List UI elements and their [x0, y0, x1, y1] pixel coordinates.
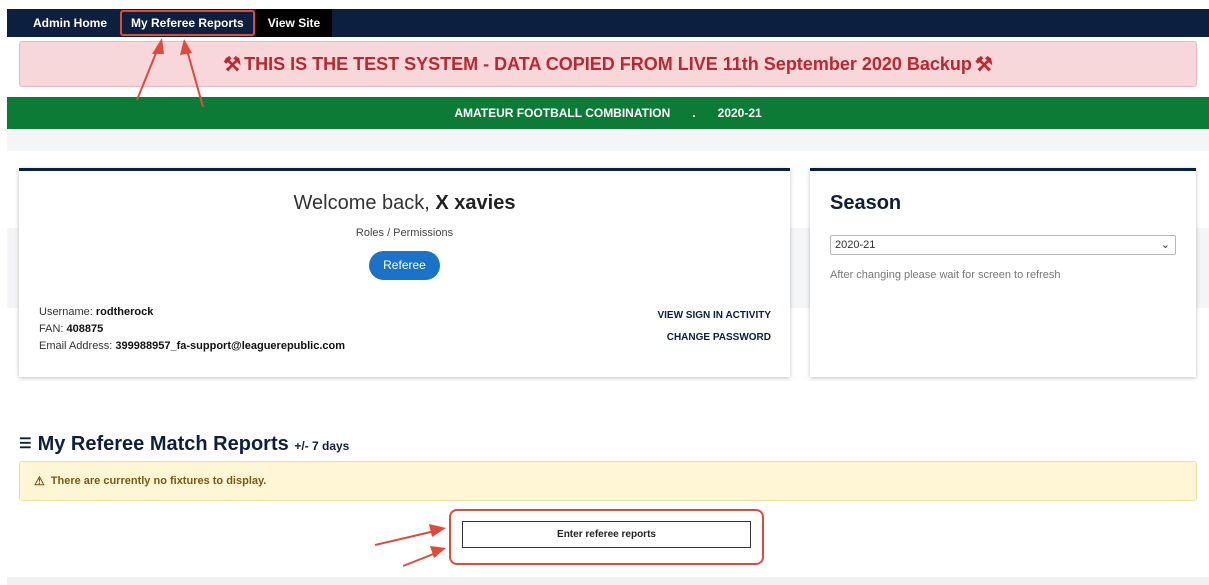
grey-band [7, 129, 1209, 151]
test-system-banner: ⚒ THIS IS THE TEST SYSTEM - DATA COPIED … [19, 41, 1197, 87]
alert-text: There are currently no fixtures to displ… [50, 475, 267, 487]
roles-label: Roles / Permissions [355, 227, 454, 239]
user-info: Username: rodtherock FAN: 408875 Email A… [39, 304, 345, 355]
username-value: rodtherock [95, 306, 154, 318]
no-fixtures-alert: ⚠ There are currently no fixtures to dis… [19, 461, 1197, 501]
list-icon: ☰ [19, 435, 32, 451]
nav-my-referee-reports[interactable]: My Referee Reports [119, 9, 256, 37]
chevron-down-icon: ⌄ [1160, 239, 1170, 251]
view-sign-in-activity-link[interactable]: VIEW SIGN IN ACTIVITY [657, 305, 771, 327]
reports-title: My Referee Match Reports [37, 433, 289, 455]
top-nav: Admin Home My Referee Reports View Site [7, 9, 1209, 37]
nav-admin-home[interactable]: Admin Home [7, 9, 119, 37]
league-bar: AMATEUR FOOTBALL COMBINATION . 2020-21 [7, 97, 1209, 129]
fan-row: FAN: 408875 [39, 321, 345, 338]
change-password-link[interactable]: CHANGE PASSWORD [657, 327, 771, 349]
email-value: 399988957_fa-support@leaguerepublic.com [115, 340, 346, 352]
season-card: Season 2020-21 ⌄ After changing please w… [810, 168, 1196, 377]
username-row: Username: rodtherock [39, 304, 345, 321]
league-season: 2020-21 [717, 106, 762, 120]
bottom-band [7, 577, 1209, 585]
arrow-head [429, 524, 446, 537]
nav-view-site[interactable]: View Site [255, 9, 333, 37]
reports-subtitle: +/- 7 days [294, 439, 350, 453]
arrow-head [430, 546, 446, 558]
tools-icon: ⚒ [223, 53, 242, 76]
fan-label: FAN: [39, 323, 67, 335]
test-banner-text: THIS IS THE TEST SYSTEM - DATA COPIED FR… [244, 53, 972, 74]
season-title: Season [830, 192, 902, 214]
username-label: Username: [39, 306, 96, 318]
annotation-arrow [374, 530, 436, 546]
league-name: AMATEUR FOOTBALL COMBINATION [454, 106, 671, 120]
welcome-user: X xavies [435, 192, 516, 214]
tools-icon: ⚒ [974, 53, 993, 76]
enter-referee-reports-button[interactable]: Enter referee reports [462, 521, 751, 548]
reports-heading: ☰ My Referee Match Reports +/- 7 days [19, 433, 349, 456]
fan-value: 408875 [66, 323, 104, 335]
user-links: VIEW SIGN IN ACTIVITY CHANGE PASSWORD [657, 305, 771, 349]
welcome-title: Welcome back, X xavies [19, 192, 790, 215]
season-hint: After changing please wait for screen to… [830, 269, 1061, 281]
welcome-prefix: Welcome back, [293, 192, 436, 214]
warning-icon: ⚠ [34, 474, 45, 488]
email-label: Email Address: [39, 340, 116, 352]
role-referee-button[interactable]: Referee [369, 251, 440, 280]
season-select[interactable]: 2020-21 ⌄ [830, 235, 1176, 255]
annotation-arrow [402, 552, 437, 567]
email-row: Email Address: 399988957_fa-support@leag… [39, 338, 345, 355]
welcome-card: Welcome back, X xavies Roles / Permissio… [19, 168, 790, 377]
season-selected-value: 2020-21 [835, 239, 876, 251]
league-separator: . [692, 106, 696, 120]
